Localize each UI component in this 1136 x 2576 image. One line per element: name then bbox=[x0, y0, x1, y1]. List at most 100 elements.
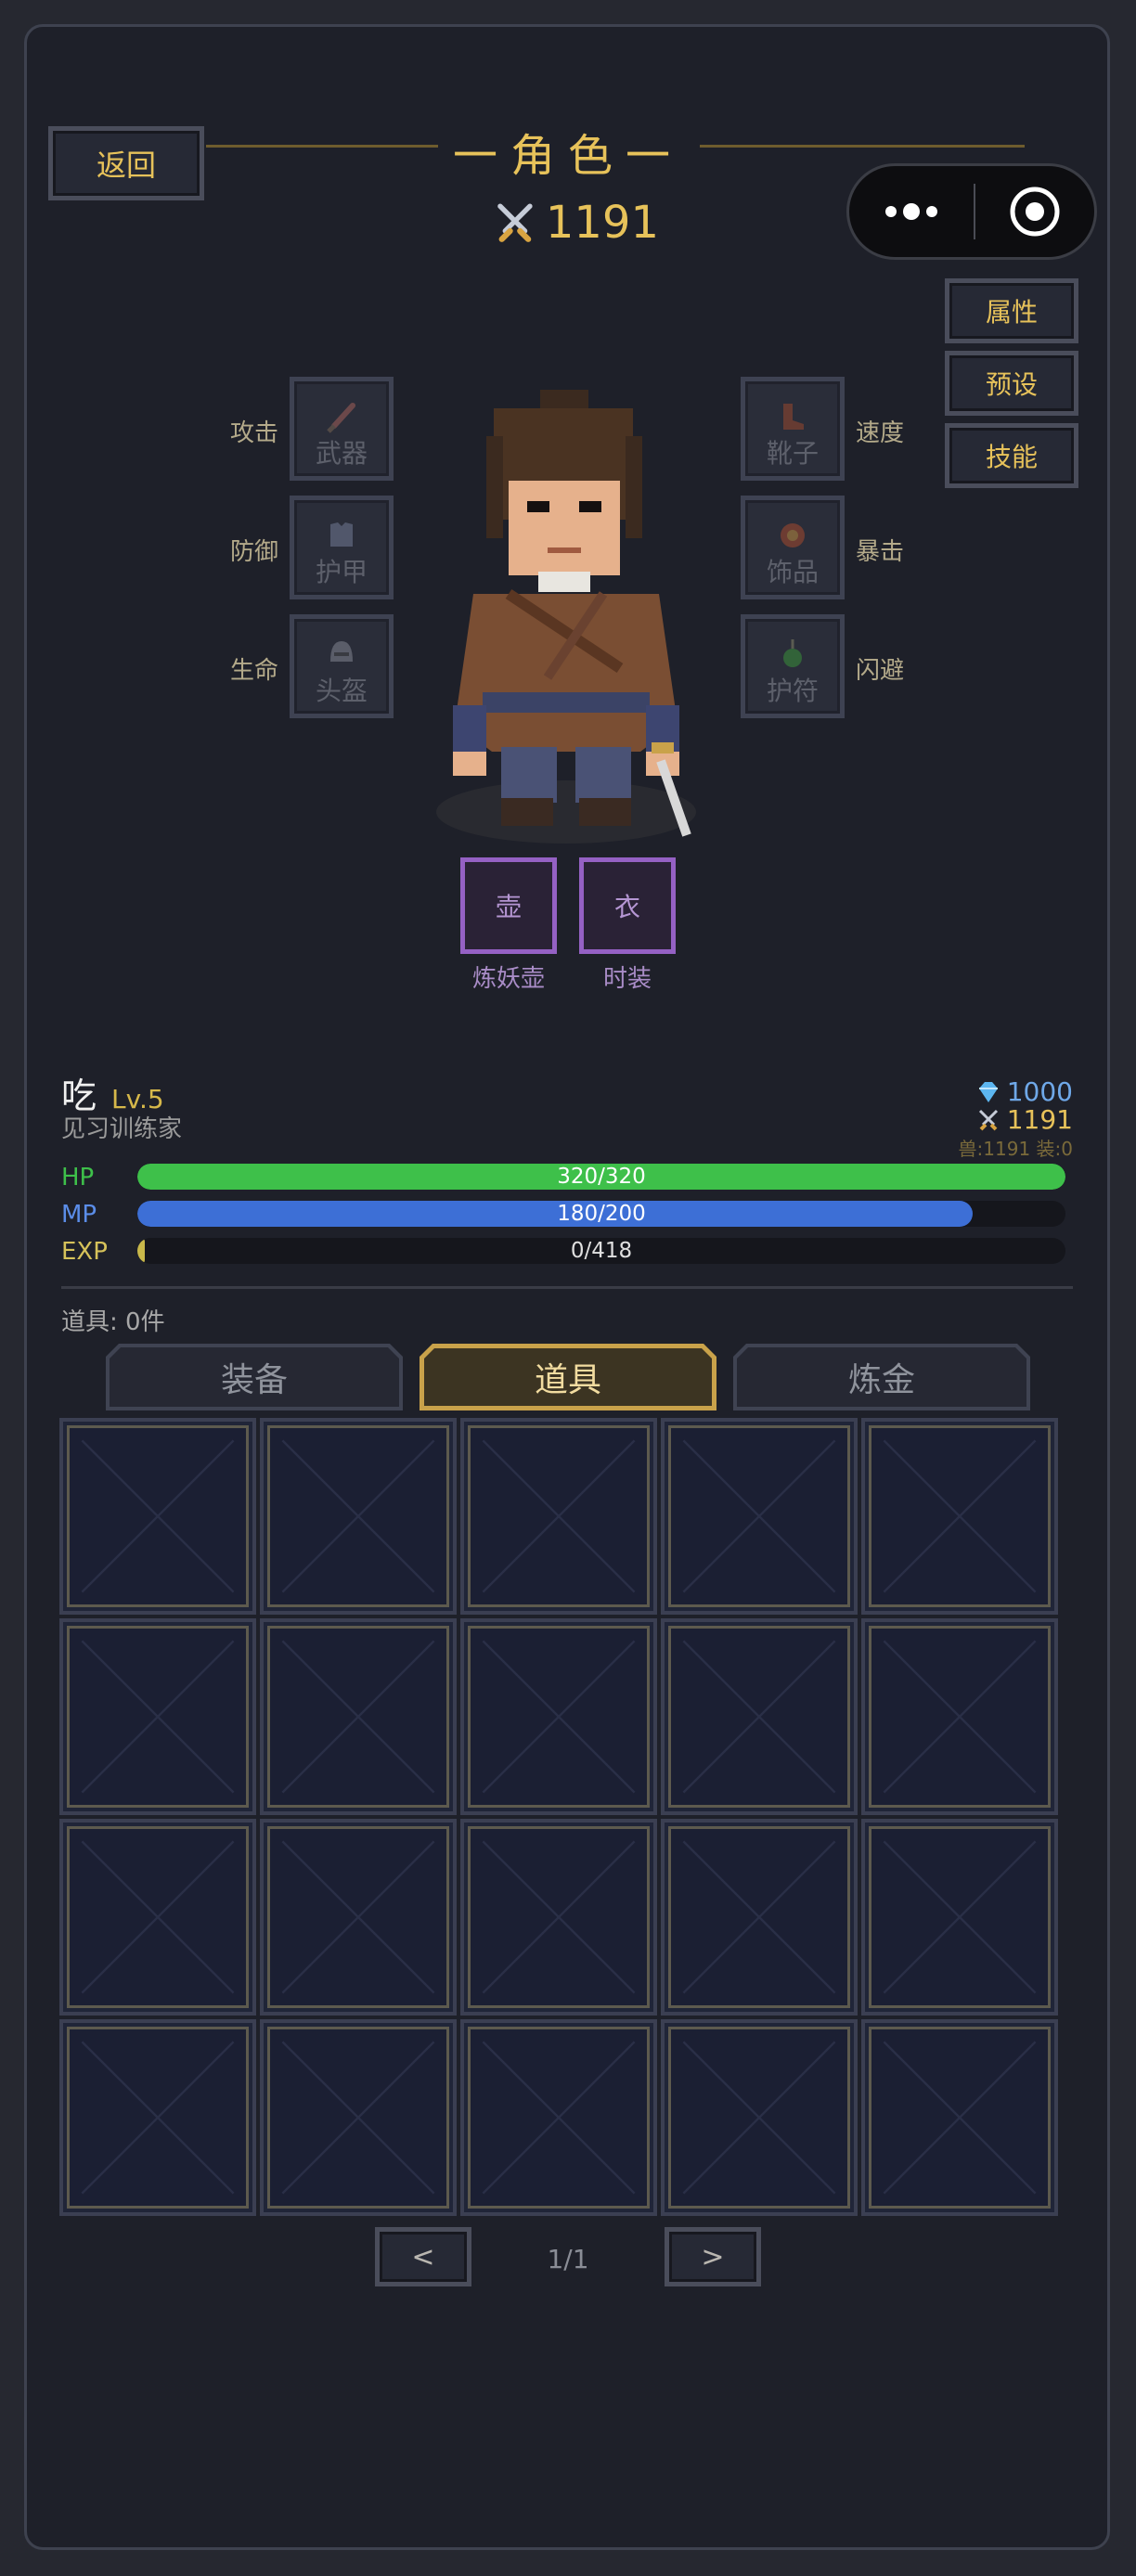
equip-slot-helmet[interactable]: 头盔 bbox=[290, 614, 394, 718]
amulet-icon bbox=[783, 639, 802, 667]
target-circle-icon bbox=[1010, 187, 1060, 237]
fashion-label: 时装 bbox=[602, 965, 652, 993]
inventory-slot[interactable] bbox=[260, 1819, 457, 2016]
equip-slot-accessory[interactable]: 饰品 bbox=[741, 496, 845, 599]
crossed-swords-icon bbox=[497, 203, 533, 242]
character-title: 见习训练家 bbox=[61, 1115, 183, 1143]
special-slot-demon-pot[interactable]: 壶 bbox=[460, 857, 557, 954]
divider bbox=[61, 1286, 1073, 1289]
tab-alchemy[interactable]: 炼金 bbox=[733, 1344, 1030, 1410]
special-slot-fashion[interactable]: 衣 bbox=[579, 857, 676, 954]
stat-attack-label: 攻击 bbox=[230, 419, 279, 447]
empty-slot-cross-icon bbox=[682, 1439, 836, 1593]
inventory-slot[interactable] bbox=[861, 2019, 1058, 2216]
more-dots-icon bbox=[885, 203, 937, 220]
sword-icon bbox=[327, 403, 355, 433]
empty-slot-cross-icon bbox=[81, 1439, 235, 1593]
empty-slot-cross-icon bbox=[281, 1840, 435, 1994]
empty-slot-cross-icon bbox=[281, 2041, 435, 2195]
tab-equipment-label: 装备 bbox=[220, 1361, 288, 1399]
inventory-slot[interactable] bbox=[59, 1618, 256, 1815]
inventory-grid bbox=[59, 1418, 1058, 2216]
empty-slot-cross-icon bbox=[682, 2041, 836, 2195]
demon-pot-glyph: 壶 bbox=[495, 892, 522, 922]
equip-slot-weapon-label: 武器 bbox=[315, 438, 368, 469]
accessory-icon bbox=[781, 523, 805, 547]
preset-label: 预设 bbox=[985, 369, 1038, 400]
stat-dodge-label: 闪避 bbox=[856, 657, 905, 685]
demon-pot-label: 炼妖壶 bbox=[471, 965, 545, 993]
empty-slot-cross-icon bbox=[682, 1640, 836, 1794]
inventory-slot[interactable] bbox=[861, 1618, 1058, 1815]
inventory-slot[interactable] bbox=[260, 2019, 457, 2216]
inventory-slot[interactable] bbox=[861, 1819, 1058, 2016]
back-button-label: 返回 bbox=[96, 148, 156, 183]
exp-label: EXP bbox=[61, 1238, 108, 1266]
inventory-slot[interactable] bbox=[59, 1418, 256, 1615]
back-button[interactable]: 返回 bbox=[48, 126, 204, 200]
inventory-slot[interactable] bbox=[661, 1819, 858, 2016]
hp-label: HP bbox=[61, 1164, 95, 1191]
skills-button[interactable]: 技能 bbox=[945, 423, 1078, 488]
tab-items-label: 道具 bbox=[534, 1361, 601, 1399]
gem-count-value: 1000 bbox=[1006, 1076, 1073, 1107]
empty-slot-cross-icon bbox=[682, 1840, 836, 1994]
inventory-slot[interactable] bbox=[661, 1418, 858, 1615]
close-miniprogram-button[interactable] bbox=[975, 166, 1094, 257]
equip-slot-amulet[interactable]: 护符 bbox=[741, 614, 845, 718]
empty-slot-cross-icon bbox=[281, 1640, 435, 1794]
armor-icon bbox=[330, 522, 353, 547]
empty-slot-cross-icon bbox=[883, 1640, 1037, 1794]
inventory-slot[interactable] bbox=[460, 1819, 657, 2016]
character-power: 1191 bbox=[975, 1104, 1073, 1135]
skills-label: 技能 bbox=[985, 442, 1038, 472]
crossed-swords-small-icon bbox=[978, 1109, 998, 1130]
tab-equipment[interactable]: 装备 bbox=[106, 1344, 403, 1410]
character-power-value: 1191 bbox=[1006, 1104, 1073, 1135]
inventory-slot[interactable] bbox=[861, 1418, 1058, 1615]
inventory-slot[interactable] bbox=[59, 2019, 256, 2216]
empty-slot-cross-icon bbox=[281, 1439, 435, 1593]
inventory-slot[interactable] bbox=[260, 1418, 457, 1615]
empty-slot-cross-icon bbox=[482, 1439, 636, 1593]
exp-bar-text: 0/418 bbox=[570, 1239, 633, 1263]
miniprogram-capsule bbox=[846, 163, 1097, 260]
inventory-slot[interactable] bbox=[260, 1618, 457, 1815]
prev-page-label: < bbox=[411, 2240, 435, 2273]
stat-speed-label: 速度 bbox=[856, 419, 905, 447]
attributes-button[interactable]: 属性 bbox=[945, 278, 1078, 343]
empty-slot-cross-icon bbox=[482, 1640, 636, 1794]
mp-label: MP bbox=[61, 1201, 97, 1229]
more-button[interactable] bbox=[849, 166, 974, 257]
empty-slot-cross-icon bbox=[883, 1840, 1037, 1994]
equip-slot-weapon[interactable]: 武器 bbox=[290, 377, 394, 481]
equip-slot-armor[interactable]: 护甲 bbox=[290, 496, 394, 599]
hp-bar-text: 320/320 bbox=[557, 1165, 646, 1189]
stat-defense-label: 防御 bbox=[230, 538, 279, 566]
inventory-slot[interactable] bbox=[460, 1618, 657, 1815]
page-indicator: 1/1 bbox=[547, 2244, 589, 2274]
inventory-slot[interactable] bbox=[59, 1819, 256, 2016]
gem-count: 1000 bbox=[975, 1076, 1073, 1107]
next-page-button[interactable]: > bbox=[665, 2227, 761, 2286]
preset-button[interactable]: 预设 bbox=[945, 351, 1078, 416]
diamond-icon bbox=[978, 1081, 998, 1102]
equip-slot-amulet-label: 护符 bbox=[766, 676, 819, 706]
empty-slot-cross-icon bbox=[81, 1840, 235, 1994]
inventory-slot[interactable] bbox=[661, 1618, 858, 1815]
tab-alchemy-label: 炼金 bbox=[847, 1361, 915, 1399]
equip-slot-armor-label: 护甲 bbox=[315, 557, 368, 587]
inventory-slot[interactable] bbox=[460, 2019, 657, 2216]
prev-page-button[interactable]: < bbox=[375, 2227, 471, 2286]
total-power-value: 1191 bbox=[545, 197, 659, 249]
empty-slot-cross-icon bbox=[883, 2041, 1037, 2195]
equip-slot-boots-label: 靴子 bbox=[766, 438, 819, 469]
inventory-slot[interactable] bbox=[661, 2019, 858, 2216]
tab-items[interactable]: 道具 bbox=[420, 1344, 716, 1410]
item-count-label: 道具: 0件 bbox=[61, 1308, 165, 1336]
title-line-left bbox=[206, 145, 438, 148]
empty-slot-cross-icon bbox=[482, 2041, 636, 2195]
inventory-slot[interactable] bbox=[460, 1418, 657, 1615]
equip-slot-boots[interactable]: 靴子 bbox=[741, 377, 845, 481]
title-line-right bbox=[700, 145, 1025, 148]
